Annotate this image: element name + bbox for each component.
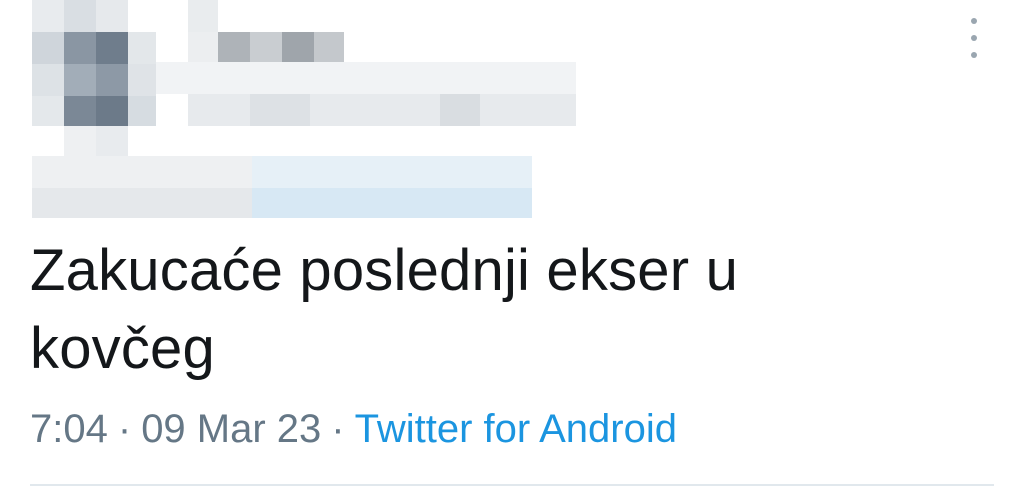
redaction-pixel bbox=[32, 32, 64, 64]
meta-separator: · bbox=[331, 407, 345, 451]
redaction-pixel bbox=[188, 0, 218, 32]
redaction-pixel bbox=[128, 96, 156, 126]
tweet-date: 09 Mar 23 bbox=[141, 407, 322, 451]
redaction-pixel bbox=[250, 94, 310, 126]
redaction-pixel bbox=[250, 32, 282, 62]
redaction-pixel bbox=[32, 188, 252, 218]
redaction-pixel bbox=[156, 62, 576, 94]
redaction-pixel bbox=[32, 96, 64, 126]
redaction-pixel bbox=[32, 64, 64, 96]
redaction-pixel bbox=[32, 0, 64, 32]
redaction-pixel bbox=[252, 188, 532, 218]
tweet-time: 7:04 bbox=[30, 407, 108, 451]
redaction-pixel bbox=[218, 32, 250, 62]
tweet-source-link[interactable]: Twitter for Android bbox=[355, 407, 677, 451]
redaction-pixel bbox=[128, 64, 156, 96]
meta-separator: · bbox=[117, 407, 132, 451]
tweet-meta: 7:04 · 09 Mar 23 · Twitter for Android bbox=[30, 404, 677, 454]
tweet-detail: Zakucaće poslednji ekser u kovčeg 7:04 · 0… bbox=[0, 0, 1024, 494]
redaction-pixel bbox=[96, 126, 128, 156]
redaction-pixel bbox=[96, 32, 128, 64]
more-dot bbox=[971, 18, 977, 24]
more-options-icon[interactable] bbox=[964, 18, 984, 58]
redaction-pixel bbox=[96, 64, 128, 96]
redaction-pixel bbox=[314, 32, 344, 62]
redaction-pixel bbox=[96, 0, 128, 32]
more-dot bbox=[971, 35, 977, 41]
tweet-text: Zakucaće poslednji ekser u kovčeg bbox=[30, 238, 739, 381]
redaction-pixel bbox=[64, 126, 96, 156]
more-dot bbox=[971, 52, 977, 58]
redaction-pixel bbox=[252, 156, 532, 188]
redaction-pixel bbox=[64, 0, 96, 32]
redaction-pixel bbox=[32, 156, 252, 188]
redaction-pixel bbox=[64, 64, 96, 96]
redaction-pixel bbox=[96, 96, 128, 126]
redaction-pixel bbox=[128, 32, 156, 64]
redaction-pixel bbox=[188, 32, 218, 62]
divider bbox=[30, 484, 994, 486]
redaction-pixel bbox=[440, 94, 480, 126]
redaction-pixel bbox=[188, 94, 576, 126]
redaction-pixel bbox=[64, 32, 96, 64]
redaction-pixel bbox=[282, 32, 314, 62]
redaction-pixel bbox=[64, 96, 96, 126]
